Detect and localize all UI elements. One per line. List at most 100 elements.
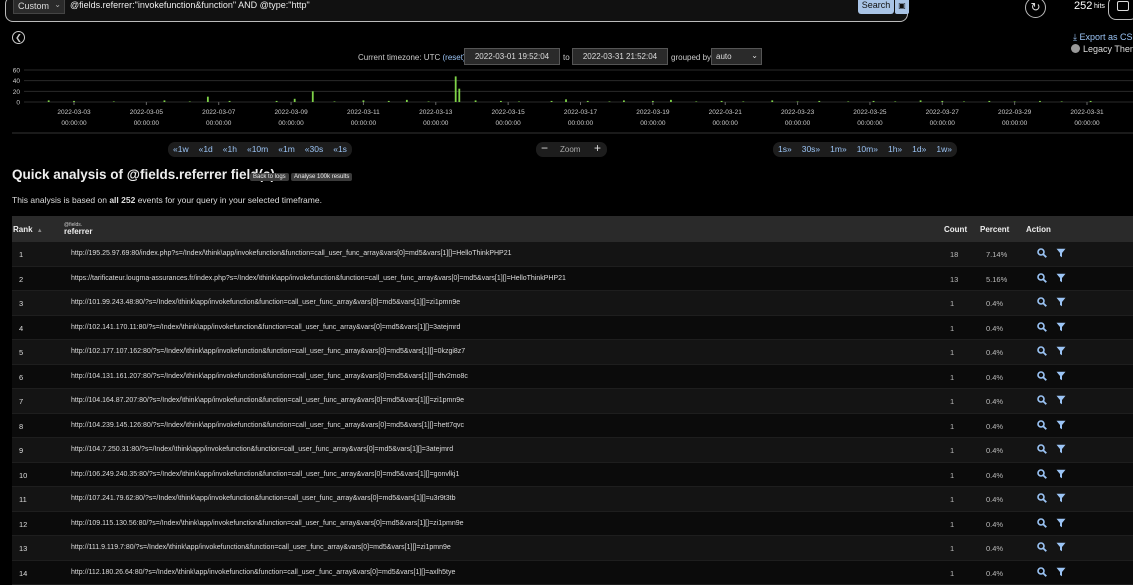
time-range-select[interactable]: Custom ⌄	[13, 0, 65, 14]
filter-icon[interactable]	[1056, 297, 1066, 307]
search-icon[interactable]	[1037, 297, 1047, 307]
zoom-step-button[interactable]: «1h	[218, 142, 242, 157]
histogram-bar[interactable]	[189, 101, 191, 102]
filter-icon[interactable]	[1056, 346, 1066, 356]
back-to-logs-button[interactable]: Back to logs	[250, 173, 289, 181]
search-icon[interactable]	[1037, 493, 1047, 503]
zoom-step-button[interactable]: 1m»	[825, 142, 852, 157]
histogram-bar[interactable]	[847, 101, 849, 102]
search-icon[interactable]	[1037, 346, 1047, 356]
histogram-bar[interactable]	[742, 101, 744, 102]
histogram-bar[interactable]	[920, 100, 922, 102]
histogram-bar[interactable]	[551, 101, 553, 102]
histogram-bar[interactable]	[276, 101, 278, 102]
histogram-bar[interactable]	[695, 101, 697, 102]
histogram-bar[interactable]	[363, 100, 365, 102]
histogram-bar[interactable]	[1039, 101, 1041, 102]
radio-icon[interactable]	[1071, 44, 1080, 53]
histogram-bar[interactable]	[818, 101, 820, 102]
zoom-minus-button[interactable]: −	[541, 141, 548, 155]
histogram-bar[interactable]	[1090, 101, 1092, 102]
search-icon[interactable]	[1037, 542, 1047, 552]
rank-header[interactable]: Rank ▲	[13, 225, 43, 234]
filter-icon[interactable]	[1056, 444, 1066, 454]
search-icon[interactable]	[1037, 322, 1047, 332]
filter-icon[interactable]	[1056, 371, 1066, 381]
histogram-bar[interactable]	[312, 91, 314, 102]
zoom-step-button[interactable]: 10m»	[852, 142, 883, 157]
chat-icon[interactable]	[1108, 0, 1133, 20]
search-icon[interactable]	[1037, 469, 1047, 479]
histogram-bar[interactable]	[609, 101, 611, 102]
histogram-bar[interactable]	[388, 101, 390, 102]
analyse-100k-button[interactable]: Analyse 100k results	[291, 173, 352, 181]
filter-icon[interactable]	[1056, 567, 1066, 577]
histogram-bar[interactable]	[406, 100, 408, 102]
zoom-step-button[interactable]: «10m	[242, 142, 273, 157]
date-from-input[interactable]: 2022-03-01 19:52:04	[464, 48, 560, 65]
search-icon[interactable]	[1037, 567, 1047, 577]
filter-icon[interactable]	[1056, 322, 1066, 332]
histogram-bar[interactable]	[428, 101, 430, 102]
zoom-step-button[interactable]: «30s	[300, 142, 328, 157]
filter-icon[interactable]	[1056, 273, 1066, 283]
filter-icon[interactable]	[1056, 518, 1066, 528]
histogram-bar[interactable]	[771, 100, 773, 102]
timezone-reset-link[interactable]: (reset)	[442, 53, 465, 62]
filter-icon[interactable]	[1056, 493, 1066, 503]
histogram-bar[interactable]	[294, 99, 296, 102]
search-icon[interactable]	[1037, 518, 1047, 528]
zoom-step-button[interactable]: «1w	[168, 142, 194, 157]
refresh-icon[interactable]: ↻	[1025, 0, 1046, 18]
histogram-bar[interactable]	[623, 100, 625, 102]
query-input[interactable]: @fields.referrer:"invokefunction&functio…	[70, 0, 310, 10]
histogram-bar[interactable]	[988, 101, 990, 102]
zoom-step-button[interactable]: 1d»	[907, 142, 931, 157]
histogram-bar[interactable]	[1014, 101, 1016, 102]
date-to-input[interactable]: 2022-03-31 21:52:04	[572, 48, 668, 65]
filter-icon[interactable]	[1056, 395, 1066, 405]
histogram-bar[interactable]	[518, 101, 520, 102]
zoom-step-button[interactable]: «1d	[194, 142, 218, 157]
zoom-step-button[interactable]: «1s	[328, 142, 352, 157]
histogram-bar[interactable]	[721, 101, 723, 102]
legacy-theme-toggle[interactable]: Legacy Theme	[1071, 44, 1133, 54]
histogram-bar[interactable]	[652, 101, 654, 102]
histogram-bar[interactable]	[229, 101, 231, 102]
histogram-bar[interactable]	[587, 101, 589, 102]
histogram-bar[interactable]	[455, 76, 457, 102]
search-icon[interactable]	[1037, 444, 1047, 454]
histogram-bar[interactable]	[475, 100, 477, 102]
histogram-bar[interactable]	[164, 100, 166, 102]
filter-icon[interactable]	[1056, 469, 1066, 479]
histogram-bar[interactable]	[894, 101, 896, 102]
histogram-bar[interactable]	[941, 101, 943, 102]
histogram-bar[interactable]	[963, 101, 965, 102]
histogram-bar[interactable]	[48, 100, 50, 102]
search-icon[interactable]	[1037, 273, 1047, 283]
search-icon[interactable]	[1037, 420, 1047, 430]
filter-icon[interactable]	[1056, 248, 1066, 258]
back-arrow-icon[interactable]: ❮	[12, 31, 25, 44]
search-icon[interactable]	[1037, 371, 1047, 381]
search-icon[interactable]	[1037, 248, 1047, 258]
histogram-chart[interactable]: 60402002022-03-0300:00:002022-03-0500:00…	[0, 64, 1133, 134]
histogram-bar[interactable]	[207, 97, 209, 102]
histogram-bar[interactable]	[73, 101, 75, 102]
filter-icon[interactable]	[1056, 420, 1066, 430]
histogram-bar[interactable]	[500, 101, 502, 102]
histogram-bar[interactable]	[113, 101, 115, 102]
zoom-step-button[interactable]: «1m	[273, 142, 300, 157]
search-button[interactable]: Search	[858, 0, 894, 14]
zoom-step-button[interactable]: 30s»	[797, 142, 825, 157]
search-icon[interactable]	[1037, 395, 1047, 405]
export-csv-link[interactable]: ⤓ Export as CS	[1073, 32, 1133, 43]
histogram-bar[interactable]	[334, 101, 336, 102]
filter-icon[interactable]	[1056, 542, 1066, 552]
histogram-bar[interactable]	[565, 99, 567, 102]
histogram-bar[interactable]	[873, 101, 875, 102]
histogram-bar[interactable]	[458, 89, 460, 102]
search-options-icon[interactable]: ▣	[895, 0, 909, 14]
zoom-plus-button[interactable]: +	[594, 141, 601, 155]
zoom-step-button[interactable]: 1s»	[773, 142, 797, 157]
